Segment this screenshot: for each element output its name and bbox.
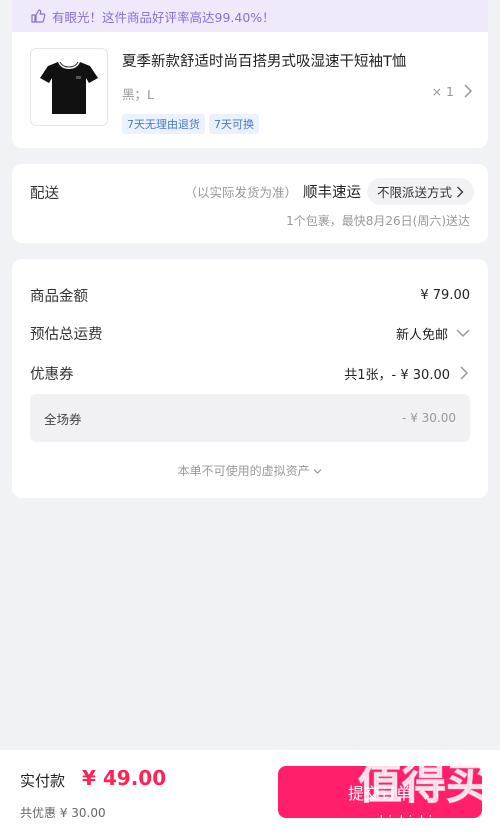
product-spec: 黑；L <box>122 87 154 102</box>
paid-amount: ¥ 49.00 <box>82 766 167 790</box>
chevron-down-icon[interactable] <box>456 327 470 339</box>
coupon-item-name: 全场券 <box>44 411 82 427</box>
coupon-item-value: - ¥ 30.00 <box>402 411 456 425</box>
delivery-line: （以实际发货为准） 顺丰速运 不限派送方式 <box>184 178 474 205</box>
chevron-right-icon[interactable] <box>458 366 470 380</box>
coupon-item[interactable]: 全场券 - ¥ 30.00 <box>30 394 470 442</box>
watermark-url: zhizhizhi.com <box>372 814 467 830</box>
goods-amount-label: 商品金额 <box>30 288 88 305</box>
coupon-value: 共1张，- ¥ 30.00 <box>344 367 450 383</box>
delivery-label: 配送 <box>30 186 59 202</box>
goods-amount-row: 商品金额 ¥ 79.00 <box>30 284 470 306</box>
carrier-name: 顺丰速运 <box>302 185 361 201</box>
delivery-note: （以实际发货为准） <box>184 185 297 200</box>
service-tag: 7天无理由退货 <box>122 114 205 134</box>
shipping-value: 新人免邮 <box>395 327 448 343</box>
praise-text: 有眼光！这件商品好评率高达99.40%！ <box>52 9 275 25</box>
tshirt-icon <box>40 61 98 114</box>
coupon-row[interactable]: 优惠券 共1张，- ¥ 30.00 <box>30 362 470 384</box>
chevron-right-icon <box>457 186 464 197</box>
coupon-label: 优惠券 <box>30 366 74 383</box>
virtual-assets-label: 本单不可使用的虚拟资产 <box>177 464 310 478</box>
delivery-method-label: 不限派送方式 <box>376 185 452 200</box>
amount-card: 商品金额 ¥ 79.00 预估总运费 新人免邮 优惠券 共1张，- ¥ 30.0… <box>12 259 488 498</box>
thumbs-up-icon <box>31 9 46 23</box>
service-tags: 7天无理由退货 7天可换 <box>122 114 259 134</box>
product-quantity: × 1 <box>431 84 454 99</box>
product-title[interactable]: 夏季新款舒适时尚百搭男式吸湿速干短袖T恤 <box>122 50 474 71</box>
product-image[interactable] <box>30 48 108 126</box>
paid-label: 实付款 <box>20 772 66 790</box>
chevron-right-icon[interactable] <box>462 84 474 98</box>
delivery-method-button[interactable]: 不限派送方式 <box>366 178 474 205</box>
product-row[interactable]: 夏季新款舒适时尚百搭男式吸湿速干短袖T恤 黑；L × 1 7天无理由退货 7天可… <box>30 48 474 134</box>
virtual-assets-toggle[interactable]: 本单不可使用的虚拟资产 <box>12 462 488 479</box>
product-card: 有眼光！这件商品好评率高达99.40%！ 夏季新款舒适时尚百搭男式吸湿速干短袖T… <box>12 0 488 148</box>
watermark-brand: 值得买 <box>358 758 490 809</box>
watermark-logo: 值得买 zhizhizhi.com <box>358 758 491 831</box>
goods-amount-value: ¥ 79.00 <box>420 287 470 303</box>
praise-banner: 有眼光！这件商品好评率高达99.40%！ <box>12 0 488 32</box>
delivery-eta: 1个包裹，最快8月26日(周六)送达 <box>286 214 470 228</box>
service-tag: 7天可换 <box>209 114 259 134</box>
delivery-card: 配送 （以实际发货为准） 顺丰速运 不限派送方式 1个包裹，最快8月26日(周六… <box>12 164 488 243</box>
chevron-down-icon <box>313 469 322 474</box>
shipping-row[interactable]: 预估总运费 新人免邮 <box>30 322 470 344</box>
shipping-label: 预估总运费 <box>30 326 103 343</box>
discount-total: 共优惠 ¥ 30.00 <box>20 806 106 820</box>
